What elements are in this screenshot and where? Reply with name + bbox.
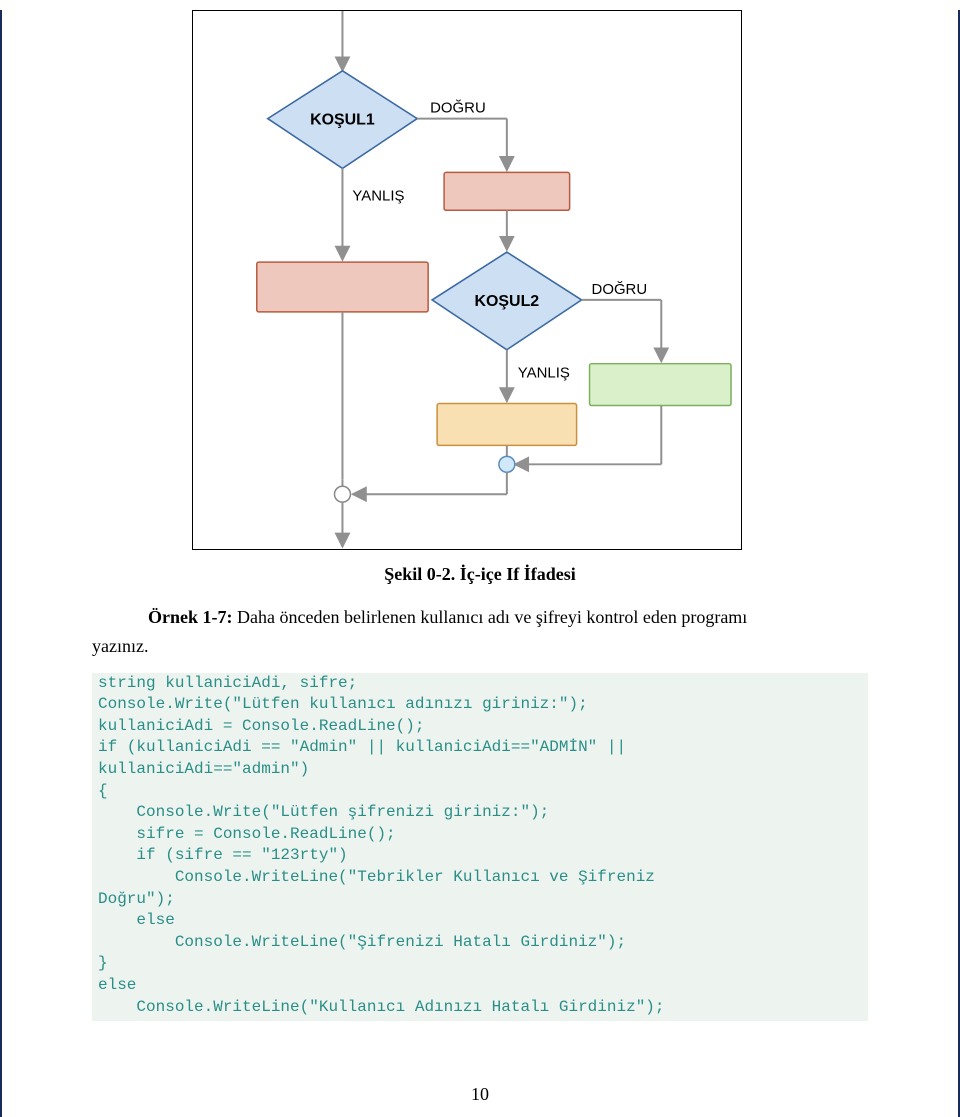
box-left	[257, 262, 428, 312]
box-green	[590, 364, 731, 406]
merge-left-circle	[334, 486, 350, 502]
figure-border: KOŞUL1 DOĞRU YANLIŞ K	[192, 10, 742, 550]
merge-mid-circle	[499, 456, 515, 472]
page-number: 10	[2, 1084, 958, 1105]
dogru2-label: DOĞRU	[592, 281, 648, 298]
flowchart-svg: KOŞUL1 DOĞRU YANLIŞ K	[193, 11, 741, 549]
kosul1-label: KOŞUL1	[310, 112, 375, 129]
example-title: Örnek 1-7:	[148, 607, 233, 627]
kosul2-label: KOŞUL2	[475, 293, 540, 310]
example-paragraph: Örnek 1-7: Daha önceden belirlenen kulla…	[92, 603, 868, 661]
yanlis2-label: YANLIŞ	[518, 365, 570, 382]
box-orange	[437, 404, 576, 446]
box-topright	[444, 172, 570, 210]
kosul2-diamond: KOŞUL2	[432, 252, 581, 350]
dogru1-label: DOĞRU	[430, 100, 486, 117]
example-text1: Daha önceden belirlenen kullanıcı adı ve…	[233, 607, 748, 627]
code-block: string kullaniciAdi, sifre; Console.Writ…	[92, 673, 868, 1022]
kosul1-diamond: KOŞUL1	[268, 71, 417, 169]
figure-container: KOŞUL1 DOĞRU YANLIŞ K	[192, 10, 868, 550]
page: KOŞUL1 DOĞRU YANLIŞ K	[0, 10, 960, 1117]
figure-caption: Şekil 0-2. İç-içe If İfadesi	[92, 564, 868, 585]
yanlis1-label: YANLIŞ	[352, 187, 404, 204]
example-text2: yazınız.	[92, 636, 148, 656]
